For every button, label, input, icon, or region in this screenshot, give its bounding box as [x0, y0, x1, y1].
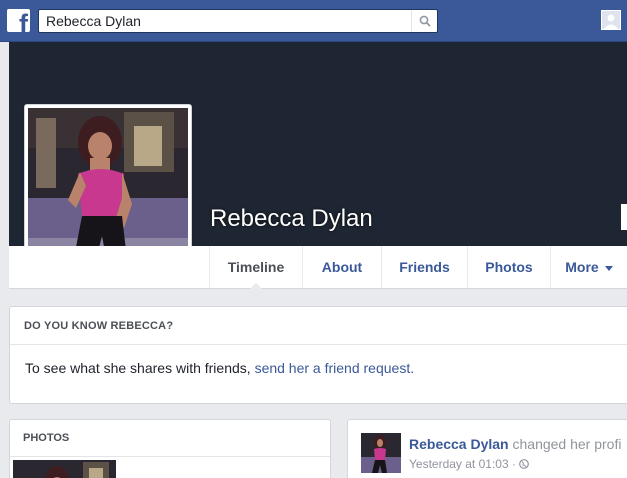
tab-photos-label: Photos: [485, 259, 533, 275]
profile-nav: Timeline About Friends Photos More: [9, 246, 627, 289]
top-bar: f: [0, 0, 627, 42]
facebook-logo-letter: f: [19, 9, 28, 33]
caret-down-icon: [604, 265, 613, 271]
friend-request-prompt: DO YOU KNOW REBECCA? To see what she sha…: [9, 306, 627, 404]
search-input[interactable]: [39, 10, 411, 32]
search-box: [38, 9, 438, 33]
globe-icon[interactable]: [519, 459, 530, 469]
post-headline: Rebecca Dylan changed her profi: [409, 436, 621, 452]
tab-more-label: More: [565, 259, 599, 275]
facebook-logo-icon[interactable]: f: [7, 9, 30, 32]
photos-heading[interactable]: PHOTOS: [10, 420, 330, 457]
profile-name: Rebecca Dylan: [210, 205, 373, 232]
prompt-text: To see what she shares with friends,: [25, 360, 255, 376]
post-author-avatar[interactable]: [361, 433, 401, 473]
post-author-name[interactable]: Rebecca Dylan: [409, 436, 509, 452]
photos-card: PHOTOS: [9, 419, 331, 478]
prompt-heading: DO YOU KNOW REBECCA?: [10, 307, 627, 345]
search-button[interactable]: [411, 10, 437, 32]
tab-more[interactable]: More: [550, 246, 627, 288]
user-avatar[interactable]: [601, 10, 621, 30]
tab-friends[interactable]: Friends: [381, 246, 467, 288]
post-meta: Yesterday at 01:03 ·: [409, 457, 530, 471]
profile-picture: [28, 108, 188, 268]
cover-edge: [621, 204, 627, 230]
tab-about-label: About: [321, 259, 363, 275]
active-tab-indicator: [250, 283, 262, 289]
activity-post: Rebecca Dylan changed her profi Yesterda…: [347, 419, 627, 478]
tab-about[interactable]: About: [302, 246, 381, 288]
default-user-icon: [602, 11, 620, 29]
photo-thumbnail[interactable]: [13, 460, 116, 478]
search-icon: [419, 15, 431, 27]
tab-timeline[interactable]: Timeline: [209, 246, 302, 289]
tab-friends-label: Friends: [399, 259, 450, 275]
tab-timeline-label: Timeline: [227, 259, 285, 275]
post-action-text: changed her profi: [508, 436, 622, 452]
post-timestamp[interactable]: Yesterday at 01:03: [409, 457, 509, 471]
meta-separator: ·: [508, 457, 520, 471]
tab-photos[interactable]: Photos: [467, 246, 550, 288]
send-friend-request-link[interactable]: send her a friend request.: [255, 360, 415, 376]
prompt-body: To see what she shares with friends, sen…: [10, 345, 627, 376]
